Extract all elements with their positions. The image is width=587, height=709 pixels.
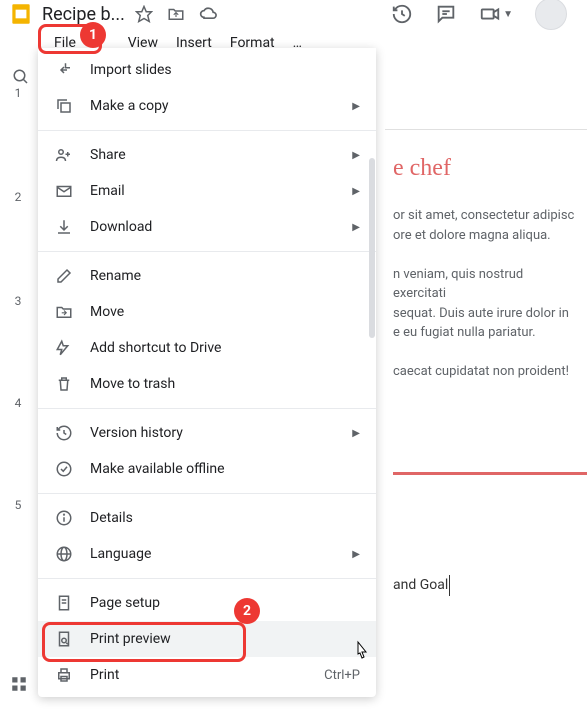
- slide-thumbnails-panel: 1 2 3 4 5: [0, 62, 36, 512]
- menu-divider: [38, 408, 376, 409]
- comment-icon[interactable]: [435, 3, 457, 25]
- star-icon[interactable]: [135, 5, 153, 23]
- menu-version-history[interactable]: Version history ▶: [38, 415, 376, 451]
- import-icon: [54, 60, 74, 80]
- menu-move-trash[interactable]: Move to trash: [38, 366, 376, 402]
- menu-add-shortcut[interactable]: Add shortcut to Drive: [38, 330, 376, 366]
- menu-rename[interactable]: Rename: [38, 258, 376, 294]
- rename-icon: [54, 266, 74, 286]
- scroll-thumb[interactable]: [369, 158, 375, 338]
- menu-language[interactable]: Language ▶: [38, 536, 376, 572]
- menu-move[interactable]: Move: [38, 294, 376, 330]
- globe-icon: [54, 544, 74, 564]
- move-folder-icon[interactable]: [167, 5, 185, 23]
- offline-icon: [54, 459, 74, 479]
- page-setup-icon: [54, 593, 74, 613]
- header-right: ▼: [391, 0, 579, 30]
- menu-email[interactable]: Email ▶: [38, 173, 376, 209]
- tutorial-badge-1: 1: [80, 22, 106, 48]
- submenu-arrow-icon: ▶: [352, 186, 360, 197]
- ruler: [385, 100, 587, 130]
- slide-number: 1: [15, 86, 22, 100]
- file-menu-dropdown: Import slides Make a copy ▶ Share ▶ Emai…: [38, 48, 376, 697]
- share-icon: [54, 145, 74, 165]
- menu-divider: [38, 130, 376, 131]
- submenu-arrow-icon: ▶: [352, 150, 360, 161]
- email-icon: [54, 181, 74, 201]
- menu-page-setup[interactable]: Page setup: [38, 585, 376, 621]
- download-icon: [54, 217, 74, 237]
- submenu-arrow-icon: ▶: [352, 222, 360, 233]
- slide-text[interactable]: or sit amet, consectetur adipisc ore et …: [393, 206, 579, 382]
- slides-logo: [8, 1, 34, 27]
- menu-divider: [38, 251, 376, 252]
- chevron-down-icon: ▼: [503, 9, 513, 20]
- menu-divider: [38, 493, 376, 494]
- drive-shortcut-icon: [54, 338, 74, 358]
- header-icons: [135, 4, 219, 24]
- menu-details[interactable]: Details: [38, 500, 376, 536]
- menu-print-preview[interactable]: Print preview: [38, 621, 376, 657]
- history-icon: [54, 423, 74, 443]
- menu-make-copy[interactable]: Make a copy ▶: [38, 88, 376, 124]
- tutorial-badge-2: 2: [234, 598, 260, 624]
- shortcut-label: Ctrl+P: [324, 668, 360, 683]
- slide-number: 5: [15, 498, 22, 512]
- menu-make-offline[interactable]: Make available offline: [38, 451, 376, 487]
- menu-print[interactable]: Print Ctrl+P: [38, 657, 376, 693]
- submenu-arrow-icon: ▶: [352, 428, 360, 439]
- info-icon: [54, 508, 74, 528]
- menu-import-slides[interactable]: Import slides: [38, 52, 376, 88]
- move-icon: [54, 302, 74, 322]
- trash-icon: [54, 374, 74, 394]
- dropdown-scrollbar[interactable]: [368, 48, 376, 697]
- slide-number: 4: [15, 396, 22, 410]
- print-preview-icon: [54, 629, 74, 649]
- menu-share[interactable]: Share ▶: [38, 137, 376, 173]
- slide-number: 3: [15, 294, 22, 308]
- submenu-arrow-icon: ▶: [352, 549, 360, 560]
- menu-divider: [38, 578, 376, 579]
- divider-line: [393, 472, 587, 475]
- grid-view-icon[interactable]: [10, 675, 28, 693]
- cloud-icon[interactable]: [199, 4, 219, 24]
- slide-number: 2: [15, 190, 22, 204]
- avatar[interactable]: [535, 0, 567, 30]
- document-title[interactable]: Recipe b...: [42, 4, 125, 25]
- slide-caption[interactable]: and Goal: [393, 575, 450, 596]
- present-button[interactable]: ▼: [479, 3, 513, 25]
- print-icon: [54, 665, 74, 685]
- submenu-arrow-icon: ▶: [352, 101, 360, 112]
- slide-canvas: e chef or sit amet, consectetur adipisc …: [385, 100, 587, 616]
- copy-icon: [54, 96, 74, 116]
- menu-download[interactable]: Download ▶: [38, 209, 376, 245]
- slide-heading[interactable]: e chef: [393, 150, 579, 186]
- camera-icon: [479, 3, 501, 25]
- history-icon[interactable]: [391, 3, 413, 25]
